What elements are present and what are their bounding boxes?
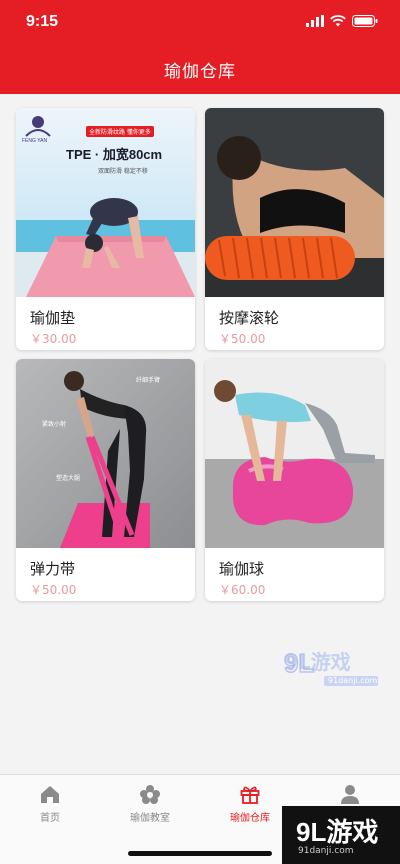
product-price: ￥50.00: [219, 332, 266, 346]
watermark-logo-text: 9L游戏: [284, 650, 351, 674]
product-card-yoga-mat[interactable]: FENG YAN 全新防滑纹路 懂你更多 TPE · 加宽80cm 双面防滑 稳…: [16, 108, 195, 350]
navigation-bar: 瑜伽仓库: [0, 44, 400, 94]
product-price: ￥60.00: [219, 583, 266, 597]
yoga-mat-image: FENG YAN 全新防滑纹路 懂你更多 TPE · 加宽80cm 双面防滑 稳…: [16, 108, 195, 297]
yoga-ball-image: [205, 359, 384, 548]
product-name: 瑜伽垫: [30, 309, 76, 327]
classroom-icon: [140, 785, 160, 804]
status-bar: 9:15: [0, 0, 400, 44]
product-name: 瑜伽球: [219, 560, 265, 578]
tab-yoga-classroom[interactable]: 瑜伽教室: [100, 783, 200, 824]
watermark-site: 91danji.com: [328, 676, 378, 685]
yoga-mat-ad-headline: TPE · 加宽80cm: [66, 147, 163, 162]
watermark-corner: 9L游戏 91danji.com: [282, 806, 400, 864]
user-icon: [341, 785, 359, 804]
tab-label: 首页: [40, 813, 60, 824]
tab-label: 瑜伽教室: [130, 813, 170, 824]
watermark-logo: 9L 9L游戏 91danji.com: [282, 644, 382, 692]
yoga-mat-ad-sub: 双面防滑 稳定不移: [98, 168, 148, 175]
home-indicator: [128, 851, 272, 856]
gift-icon: [240, 786, 260, 804]
product-card-yoga-ball[interactable]: 瑜伽球 ￥60.00: [205, 359, 384, 601]
watermark-corner-site: 91danji.com: [298, 846, 354, 856]
product-card-massage-roller[interactable]: 按摩滚轮 ￥50.00: [205, 108, 384, 350]
status-icons: [306, 15, 378, 27]
product-name: 弹力带: [30, 560, 76, 578]
product-name: 按摩滚轮: [219, 309, 280, 327]
wifi-icon: [330, 15, 346, 27]
battery-icon: [352, 15, 378, 27]
product-price: ￥50.00: [30, 583, 77, 597]
watermark-corner-logo: 9L游戏: [296, 817, 379, 847]
yoga-mat-ad-tag: 全新防滑纹路 懂你更多: [86, 126, 154, 137]
product-price: ￥30.00: [30, 332, 77, 346]
massage-roller-image: [205, 108, 384, 297]
band-ad-text-2: 紧致小射: [42, 421, 67, 428]
home-icon: [41, 786, 59, 803]
band-ad-text-3: 塑造大腿: [56, 475, 81, 482]
status-time: 9:15: [26, 13, 59, 30]
tab-label: 瑜伽仓库: [230, 813, 270, 824]
product-card-resistance-band[interactable]: 纤细手臂 紧致小射 塑造大腿 弹力带 ￥50.00: [16, 359, 195, 601]
signal-icon: [306, 15, 324, 27]
page-title: 瑜伽仓库: [164, 61, 236, 82]
yoga-mat-ad-brand: FENG YAN: [22, 138, 48, 144]
band-ad-text-1: 纤细手臂: [136, 377, 161, 384]
tab-home[interactable]: 首页: [0, 783, 100, 824]
resistance-band-image: 纤细手臂 紧致小射 塑造大腿: [16, 359, 195, 548]
